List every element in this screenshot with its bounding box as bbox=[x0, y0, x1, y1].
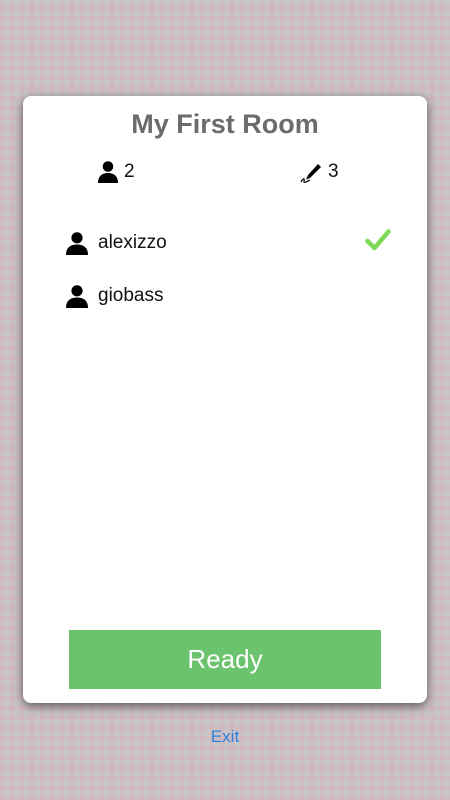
player-name: alexizzo bbox=[98, 231, 167, 253]
player-count-stat: 2 bbox=[97, 158, 135, 186]
room-card: My First Room 2 3 alexizzo giobass Ready bbox=[23, 96, 427, 703]
pen-icon bbox=[300, 164, 321, 183]
player-row-giobass: giobass bbox=[23, 269, 427, 322]
round-count: 3 bbox=[328, 161, 339, 182]
person-icon bbox=[66, 231, 88, 255]
player-row-alexizzo: alexizzo bbox=[23, 216, 427, 269]
round-count-stat: 3 bbox=[299, 158, 339, 186]
exit-link[interactable]: Exit bbox=[0, 727, 450, 747]
person-icon bbox=[66, 284, 88, 308]
player-name: giobass bbox=[98, 284, 164, 306]
player-list: alexizzo giobass bbox=[23, 216, 427, 322]
room-title: My First Room bbox=[131, 109, 319, 139]
player-count: 2 bbox=[124, 161, 135, 182]
person-icon bbox=[98, 161, 118, 183]
checkmark-icon bbox=[365, 229, 391, 251]
ready-button[interactable]: Ready bbox=[69, 630, 381, 689]
